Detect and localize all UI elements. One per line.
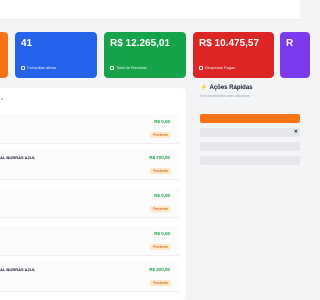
- list-item[interactable]: R$ 0,00 Pendente: [0, 226, 180, 256]
- appointments-list-panel: s R$ 0,00 Pendente AL BORRAS AZUL R$ 700…: [0, 88, 186, 300]
- summary-card-receitas[interactable]: R$ 12.265,01 Total de Receitas: [104, 32, 186, 78]
- item-name: AL BORRAS AZUL: [0, 155, 36, 160]
- summary-cards: 41 Consultas ativas R$ 12.265,01 Total d…: [0, 32, 310, 78]
- list-item[interactable]: AL BORRAS AZUL R$ 700,00 Pendente: [0, 150, 180, 180]
- wallet-icon: [199, 65, 203, 70]
- card-label: Total de Receitas: [110, 65, 147, 70]
- list-item[interactable]: R$ 0,00 Pendente: [0, 114, 180, 144]
- list-header: s: [1, 96, 3, 101]
- card-label: Consultas ativas: [21, 65, 56, 70]
- list-item[interactable]: R$ 0,00 Pendente: [0, 188, 180, 218]
- item-price: R$ 700,00: [149, 155, 170, 160]
- card-label: Despesas Pagas: [199, 65, 235, 70]
- card-label-text: Consultas ativas: [27, 65, 57, 70]
- status-badge: Pendente: [150, 244, 171, 250]
- card-label-text: Total de Receitas: [116, 65, 147, 70]
- status-badge: Pendente: [150, 132, 171, 138]
- summary-card-despesas[interactable]: R$ 10.475,57 Despesas Pagas: [193, 32, 274, 78]
- money-icon: [110, 65, 114, 70]
- status-badge: Pendente: [150, 280, 171, 286]
- item-price: R$ 200,00: [149, 267, 170, 272]
- quick-actions-panel: ⚡ Ações Rápidas Funcionalidades mais uti…: [196, 80, 300, 180]
- summary-card-partial-right[interactable]: R: [280, 32, 310, 78]
- status-badge: Pendente: [150, 206, 171, 212]
- lightning-icon: ⚡: [200, 85, 208, 91]
- summary-card-consultas[interactable]: 41 Consultas ativas: [15, 32, 97, 78]
- list-item[interactable]: AL BORRAS AZUL R$ 200,00 Pendente: [0, 262, 180, 292]
- card-value: R$ 12.265,01: [110, 38, 171, 49]
- status-badge: Pendente: [150, 168, 171, 174]
- quick-actions-subtitle: Funcionalidades mais utilizadas: [200, 94, 250, 98]
- summary-card-partial-left[interactable]: [0, 32, 8, 78]
- item-name: AL BORRAS AZUL: [0, 267, 36, 272]
- item-price: R$ 0,00: [154, 193, 170, 198]
- item-price: R$ 0,00: [154, 119, 170, 124]
- top-bar: [0, 0, 300, 20]
- close-icon: ✕: [293, 129, 298, 135]
- card-value: 41: [21, 38, 33, 49]
- quick-actions-title-text: Ações Rápidas: [209, 84, 253, 91]
- quick-action-button-2[interactable]: ✕: [200, 128, 300, 137]
- card-label-text: Despesas Pagas: [205, 65, 236, 70]
- quick-action-button-4[interactable]: [200, 156, 300, 165]
- calendar-icon: [21, 65, 25, 70]
- item-price: R$ 0,00: [154, 231, 170, 236]
- quick-action-button-1[interactable]: [200, 114, 300, 123]
- card-value: R$ 10.475,57: [199, 38, 260, 49]
- quick-actions-title: ⚡ Ações Rápidas: [200, 84, 253, 92]
- card-value: R: [286, 38, 294, 49]
- quick-action-button-3[interactable]: [200, 142, 300, 151]
